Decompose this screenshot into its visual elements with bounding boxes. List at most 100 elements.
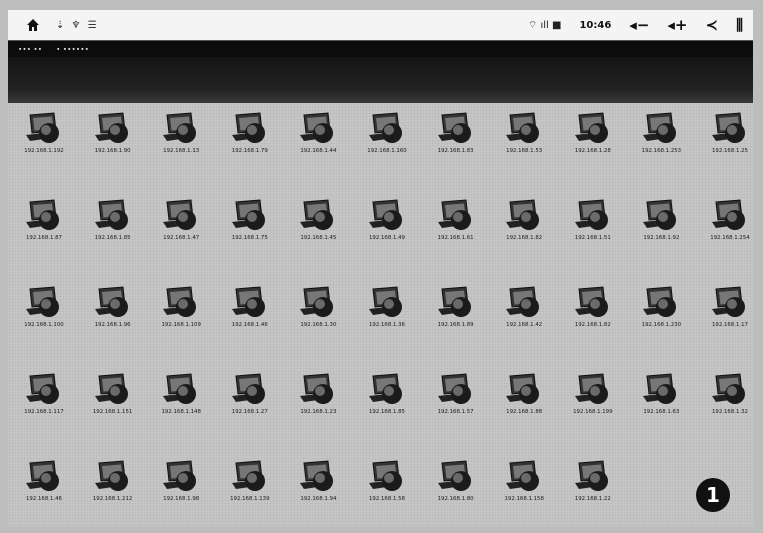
device-item[interactable]: 192.168.1.253 bbox=[627, 111, 695, 185]
device-item[interactable]: 192.168.1.79 bbox=[216, 111, 284, 185]
device-ip-label: 192.168.1.160 bbox=[367, 148, 407, 154]
device-item[interactable]: 192.168.1.94 bbox=[284, 459, 352, 533]
device-ip-label: 192.168.1.230 bbox=[641, 322, 682, 328]
device-ip-label: 192.168.1.42 bbox=[506, 322, 543, 328]
computer-icon bbox=[712, 199, 745, 230]
device-item[interactable]: 192.168.1.58 bbox=[353, 459, 421, 533]
device-item[interactable]: 192.168.1.17 bbox=[696, 285, 763, 359]
page-number-badge[interactable]: 1 bbox=[696, 478, 730, 512]
device-item[interactable]: 192.168.1.83 bbox=[422, 111, 490, 185]
device-ip-label: 192.168.1.82 bbox=[574, 322, 611, 328]
device-ip-label: 192.168.1.90 bbox=[94, 148, 131, 154]
device-item[interactable]: 192.168.1.82 bbox=[490, 198, 558, 272]
device-item[interactable]: 192.168.1.45 bbox=[284, 198, 352, 272]
device-item[interactable]: 192.168.1.75 bbox=[216, 198, 284, 272]
device-item[interactable]: 192.168.1.148 bbox=[147, 372, 215, 446]
device-item[interactable]: 192.168.1.230 bbox=[627, 285, 695, 359]
device-item[interactable]: 192.168.1.82 bbox=[559, 285, 627, 359]
device-item[interactable]: 192.168.1.57 bbox=[422, 372, 490, 446]
device-item[interactable]: 192.168.1.28 bbox=[559, 111, 627, 185]
device-item[interactable]: 192.168.1.85 bbox=[353, 372, 421, 446]
device-item[interactable]: 192.168.1.160 bbox=[353, 111, 421, 185]
device-ip-label: 192.168.1.253 bbox=[641, 148, 682, 154]
device-item[interactable]: 192.168.1.87 bbox=[10, 198, 78, 272]
device-item[interactable]: 192.168.1.22 bbox=[559, 459, 627, 533]
computer-icon bbox=[26, 112, 59, 143]
computer-icon bbox=[163, 286, 197, 317]
device-ip-label: 192.168.1.47 bbox=[163, 235, 200, 241]
device-ip-label: 192.168.1.51 bbox=[574, 235, 611, 241]
device-item[interactable]: 192.168.1.85 bbox=[79, 198, 147, 272]
device-ip-label: 192.168.1.49 bbox=[368, 235, 405, 241]
device-ip-label: 192.168.1.22 bbox=[574, 496, 611, 502]
device-item[interactable]: 192.168.1.53 bbox=[490, 111, 558, 185]
computer-icon bbox=[574, 373, 608, 404]
device-item[interactable]: 192.168.1.158 bbox=[490, 459, 558, 533]
volume-down-icon[interactable]: ◂− bbox=[629, 17, 649, 33]
device-ip-label: 192.168.1.46 bbox=[231, 322, 268, 328]
computer-icon bbox=[26, 286, 59, 317]
device-ip-label: 192.168.1.27 bbox=[231, 409, 268, 415]
computer-icon bbox=[300, 199, 334, 230]
device-item[interactable]: 192.168.1.42 bbox=[490, 285, 558, 359]
device-item[interactable]: 192.168.1.47 bbox=[147, 198, 215, 272]
device-item[interactable]: 192.168.1.63 bbox=[627, 372, 695, 446]
computer-icon bbox=[163, 373, 197, 404]
notification-icons: ⇣ ♆ ☰ bbox=[56, 19, 99, 31]
back-icon[interactable]: ≺ bbox=[706, 17, 719, 33]
device-item[interactable]: 192.168.1.13 bbox=[147, 111, 215, 185]
device-ip-label: 192.168.1.36 bbox=[368, 322, 405, 328]
device-ip-label: 192.168.1.139 bbox=[230, 496, 270, 502]
device-ip-label: 192.168.1.30 bbox=[300, 322, 337, 328]
computer-icon bbox=[574, 460, 608, 491]
device-item[interactable]: 192.168.1.98 bbox=[147, 459, 215, 533]
device-item[interactable]: 192.168.1.23 bbox=[284, 372, 352, 446]
device-item[interactable]: 192.168.1.109 bbox=[147, 285, 215, 359]
device-ip-label: 192.168.1.151 bbox=[92, 409, 133, 415]
device-item[interactable]: 192.168.1.90 bbox=[79, 111, 147, 185]
device-ip-label: 192.168.1.94 bbox=[300, 496, 337, 502]
clock-time: 10:46 bbox=[579, 19, 612, 31]
device-ip-label: 192.168.1.158 bbox=[504, 496, 544, 502]
device-item[interactable]: 192.168.1.46 bbox=[216, 285, 284, 359]
device-ip-label: 192.168.1.63 bbox=[643, 409, 680, 415]
device-item[interactable]: 192.168.1.80 bbox=[422, 459, 490, 533]
computer-icon bbox=[300, 460, 334, 491]
device-item[interactable]: 192.168.1.96 bbox=[79, 285, 147, 359]
computer-icon bbox=[506, 286, 540, 317]
device-item[interactable]: 192.168.1.100 bbox=[10, 285, 78, 359]
home-icon[interactable] bbox=[26, 18, 40, 32]
device-ip-label: 192.168.1.58 bbox=[368, 496, 405, 502]
device-item[interactable]: 192.168.1.51 bbox=[559, 198, 627, 272]
device-item[interactable]: 192.168.1.89 bbox=[422, 285, 490, 359]
device-ip-label: 192.168.1.75 bbox=[231, 235, 268, 241]
device-item[interactable]: 192.168.1.27 bbox=[216, 372, 284, 446]
device-item[interactable]: 192.168.1.151 bbox=[79, 372, 147, 446]
device-item[interactable]: 192.168.1.46 bbox=[10, 459, 78, 533]
device-item[interactable]: 192.168.1.92 bbox=[627, 198, 695, 272]
menu-icon[interactable]: ⫼ bbox=[736, 17, 743, 33]
device-item[interactable]: 192.168.1.25 bbox=[696, 111, 763, 185]
device-item[interactable]: 192.168.1.199 bbox=[559, 372, 627, 446]
computer-icon bbox=[643, 373, 677, 404]
device-item[interactable]: 192.168.1.49 bbox=[353, 198, 421, 272]
device-item[interactable]: 192.168.1.212 bbox=[79, 459, 147, 533]
device-item[interactable]: 192.168.1.192 bbox=[10, 111, 78, 185]
device-ip-label: 192.168.1.92 bbox=[643, 235, 680, 241]
computer-icon bbox=[574, 199, 608, 230]
device-item[interactable]: 192.168.1.30 bbox=[284, 285, 352, 359]
device-item[interactable]: 192.168.1.32 bbox=[696, 372, 763, 446]
device-item[interactable]: 192.168.1.44 bbox=[284, 111, 352, 185]
device-item[interactable]: 192.168.1.61 bbox=[422, 198, 490, 272]
device-item[interactable]: 192.168.1.254 bbox=[696, 198, 763, 272]
device-item[interactable]: 192.168.1.117 bbox=[10, 372, 78, 446]
computer-icon bbox=[300, 373, 334, 404]
computer-icon bbox=[26, 373, 59, 404]
device-item[interactable]: 192.168.1.88 bbox=[490, 372, 558, 446]
device-ip-label: 192.168.1.98 bbox=[163, 496, 200, 502]
app-title: ∙ ∙∙∙∙∙∙ bbox=[56, 45, 90, 53]
device-item[interactable]: 192.168.1.139 bbox=[216, 459, 284, 533]
device-ip-label: 192.168.1.100 bbox=[24, 322, 64, 328]
device-item[interactable]: 192.168.1.36 bbox=[353, 285, 421, 359]
volume-up-icon[interactable]: ◂+ bbox=[667, 17, 687, 33]
